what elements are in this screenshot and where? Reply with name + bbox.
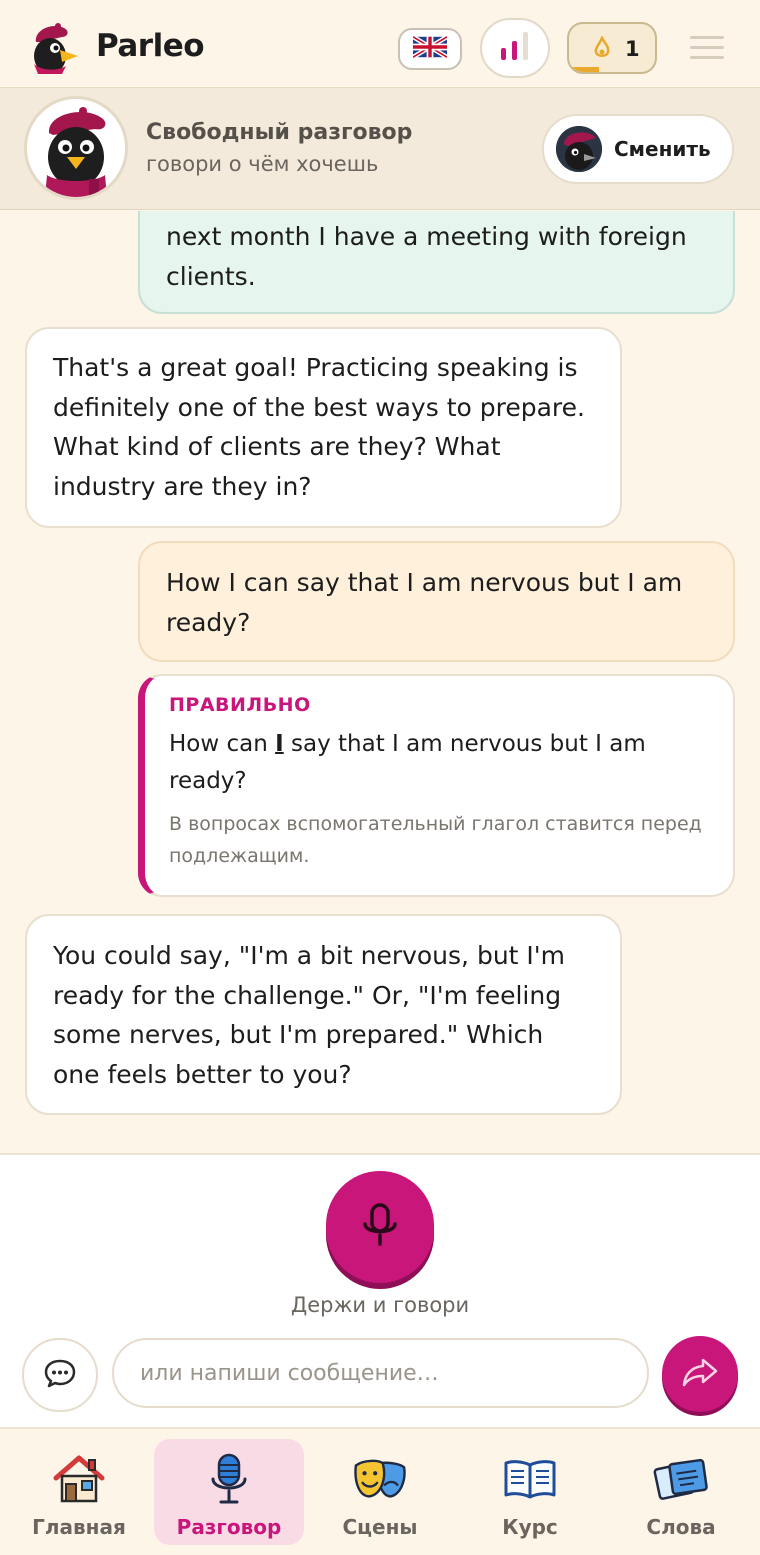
microphone-icon — [360, 1202, 400, 1252]
flame-icon — [593, 35, 611, 64]
send-arrow-icon — [681, 1357, 719, 1391]
scenario-title: Свободный разговор — [146, 120, 413, 145]
user-message: next month I have a meeting with foreign… — [138, 211, 735, 314]
tutor-mini-avatar — [556, 126, 602, 172]
message-text: next month I have a meeting with foreign… — [166, 222, 687, 291]
scenario-header: Свободный разговор говори о чём хочешь С… — [0, 88, 760, 210]
streak-button[interactable]: 1 — [567, 22, 657, 74]
scenario-subtitle: говори о чём хочешь — [146, 152, 379, 176]
input-panel: Держи и говори — [0, 1153, 760, 1427]
microphone-icon — [201, 1451, 257, 1507]
correction-explanation: В вопросах вспомогательный глагол ставит… — [169, 813, 702, 867]
switch-scenario-button[interactable]: Сменить — [542, 114, 734, 184]
stats-button[interactable] — [480, 18, 550, 78]
bottom-navigation: Главная Разговор Сцены Курс Слова — [0, 1427, 760, 1555]
nav-label: Разговор — [176, 1515, 282, 1539]
nav-item-conversation[interactable]: Разговор — [154, 1439, 304, 1545]
bar-chart-icon — [498, 30, 532, 66]
text-mode-button[interactable] — [22, 1338, 98, 1412]
uk-flag-icon — [411, 34, 449, 62]
nav-item-words[interactable]: Слова — [606, 1439, 756, 1545]
message-text: That's a great goal! Practicing speaking… — [53, 353, 585, 501]
send-button[interactable] — [662, 1336, 738, 1412]
assistant-message: You could say, "I'm a bit nervous, but I… — [25, 914, 622, 1115]
top-bar: Parleo 1 — [0, 0, 760, 88]
hold-to-talk-label: Держи и говори — [290, 1293, 470, 1317]
switch-scenario-label: Сменить — [614, 137, 711, 161]
user-message: How I can say that I am nervous but I am… — [138, 541, 735, 662]
correction-label: ПРАВИЛЬНО — [169, 694, 311, 716]
nav-item-course[interactable]: Курс — [455, 1439, 605, 1545]
tutor-avatar — [24, 96, 128, 200]
streak-progress-bar — [569, 67, 599, 72]
nav-item-scenes[interactable]: Сцены — [305, 1439, 455, 1545]
corrected-highlight: I — [275, 731, 284, 757]
corrected-sentence: How can I say that I am nervous but I am… — [169, 726, 709, 800]
nav-label: Главная — [32, 1515, 126, 1539]
corrected-text-before: How can — [169, 731, 276, 757]
parleo-logo-icon — [22, 20, 82, 78]
hold-to-talk-button[interactable] — [326, 1171, 434, 1283]
chat-bubble-icon — [43, 1358, 77, 1392]
nav-label: Курс — [502, 1515, 558, 1539]
streak-count: 1 — [625, 37, 640, 61]
nav-label: Слова — [646, 1515, 716, 1539]
chat-thread: next month I have a meeting with foreign… — [0, 211, 760, 1153]
nav-item-home[interactable]: Главная — [4, 1439, 154, 1545]
assistant-message: That's a great goal! Practicing speaking… — [25, 327, 622, 528]
message-text: You could say, "I'm a bit nervous, but I… — [53, 941, 566, 1089]
nav-label: Сцены — [342, 1515, 418, 1539]
theater-masks-icon — [352, 1451, 408, 1507]
message-text: How I can say that I am nervous but I am… — [166, 568, 683, 637]
language-button[interactable] — [398, 28, 462, 70]
hamburger-menu-icon[interactable] — [690, 36, 724, 62]
app-title: Parleo — [96, 28, 205, 64]
correction-card: ПРАВИЛЬНО How can I say that I am nervou… — [138, 674, 735, 897]
open-book-icon — [502, 1451, 558, 1507]
message-input[interactable] — [112, 1338, 649, 1408]
word-cards-icon — [653, 1451, 709, 1507]
home-icon — [51, 1451, 107, 1507]
